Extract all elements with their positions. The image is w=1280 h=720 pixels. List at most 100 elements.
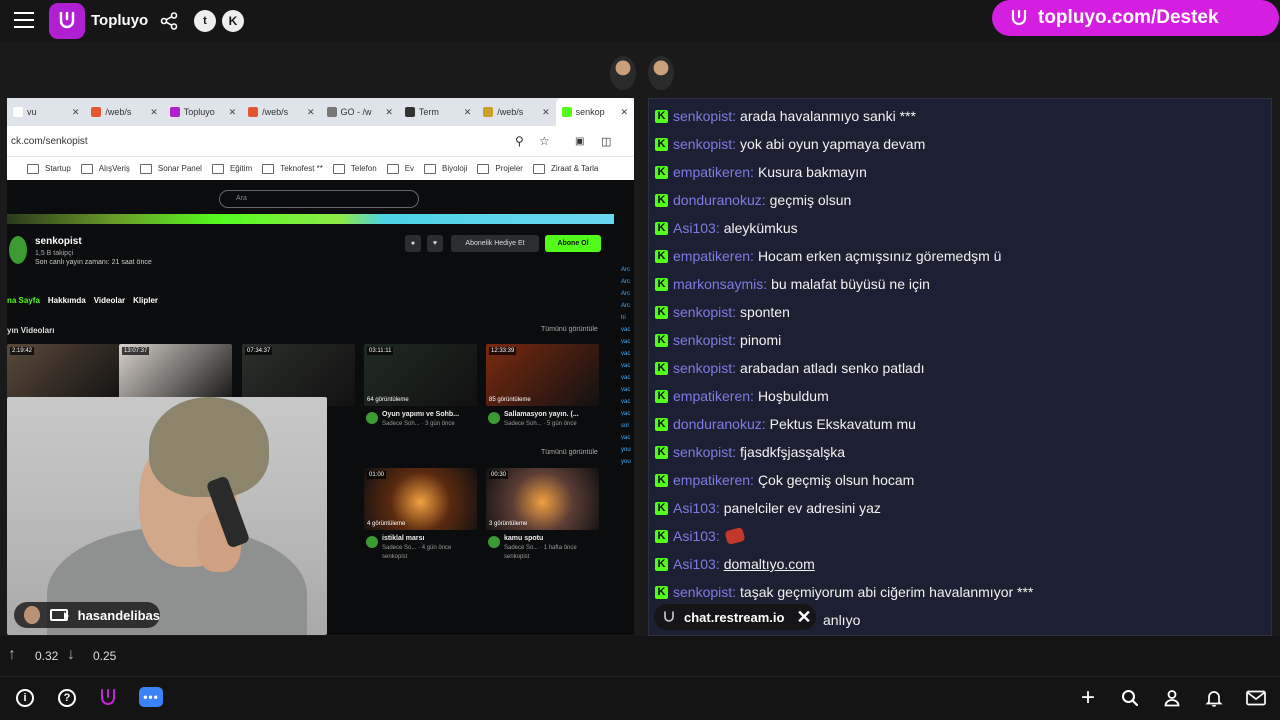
viewer-avatar[interactable] xyxy=(610,56,636,90)
video-duration: 03:11:11 xyxy=(367,347,394,355)
chat-source: chat.restream.io xyxy=(684,609,785,625)
chat-text[interactable]: domaltıyo.com xyxy=(724,556,815,572)
bookmark-item: Teknofest ** xyxy=(262,164,323,174)
chat-colon: : xyxy=(750,388,754,404)
chat-message: Ksenkopist: pinomi xyxy=(655,328,781,352)
info-icon[interactable]: i xyxy=(14,687,36,709)
chat-colon: : xyxy=(761,192,766,208)
search-icon[interactable] xyxy=(1119,687,1141,709)
tab-label: /web/s xyxy=(105,107,132,117)
video-author-avatar xyxy=(366,412,378,424)
chat-colon: : xyxy=(715,528,720,544)
topluyo-logo[interactable] xyxy=(49,3,85,39)
kick-badge-icon: K xyxy=(655,109,668,123)
chat-text: arada havalanmıyo sanki *** xyxy=(740,108,916,124)
chat-colon: : xyxy=(732,136,737,152)
video-meta: Sadece So... · 4 gün önce xyxy=(382,545,452,551)
streamer-avatar xyxy=(24,606,40,624)
browser-tabs: vu ✕/web/s ✕ Topluyo ✕/web/s ✕ GO - /w ✕ Term ✕/w… xyxy=(7,98,634,126)
bookmark-item: Startup xyxy=(27,164,71,174)
chat-username: empatikeren xyxy=(673,164,751,180)
channel-tab: na Sayfa xyxy=(7,296,40,305)
chat-username: Asi103 xyxy=(673,528,716,544)
download-value: 0.25 xyxy=(93,649,117,663)
video-duration: 00:30 xyxy=(489,471,509,479)
video-views: 3 görüntüleme xyxy=(489,521,528,527)
chat-colon: : xyxy=(732,360,737,376)
menu-icon[interactable] xyxy=(14,12,34,28)
tab-favicon xyxy=(483,107,494,117)
browser-tab: Term ✕ xyxy=(399,98,477,126)
brand-name[interactable]: Topluyo xyxy=(91,12,148,29)
chat-colon: : xyxy=(715,220,720,236)
mail-icon[interactable] xyxy=(1245,687,1267,709)
chat-bubble-icon[interactable]: ••• xyxy=(139,687,163,707)
video-duration: 07:34:37 xyxy=(245,347,273,355)
browser-tab: GO - /w ✕ xyxy=(321,98,399,126)
chat-username: Asi103 xyxy=(673,500,716,516)
kick-badge-icon: K xyxy=(655,473,668,487)
kick-badge-icon: K xyxy=(655,249,668,263)
bookmark-item: Ev xyxy=(387,164,414,174)
chat-message: Kempatikeren: Kusura bakmayın xyxy=(655,160,867,184)
chat-text: taşak geçmiyorum abi ciğerim havalanmıyo… xyxy=(740,584,1034,600)
chat-text: pinomi xyxy=(740,332,782,348)
chat-colon: : xyxy=(732,584,737,600)
bookmark-item: Biyoloji xyxy=(424,164,467,174)
viewer-avatar[interactable] xyxy=(648,56,674,90)
chat-username: empatikeren xyxy=(673,388,751,404)
kick-badge-icon: K xyxy=(655,585,668,599)
chat-colon: : xyxy=(750,472,754,488)
video-meta: Sadece Soh... · 3 gün önce xyxy=(382,421,455,427)
chat-message: Kempatikeren: Hocam erken açmışsınız göre… xyxy=(655,244,1001,268)
section-title: yın Videoları xyxy=(7,326,55,335)
chat-message: Ksenkopist: yok abi oyun yapmaya devam xyxy=(655,132,925,156)
camera-icon xyxy=(49,609,69,621)
chat-colon: : xyxy=(761,416,766,432)
kick-badge-icon: K xyxy=(655,361,668,375)
bell-icon[interactable] xyxy=(1203,687,1225,709)
browser-tab: Topluyo ✕ xyxy=(164,98,242,126)
chat-message: K Asi103: xyxy=(655,524,746,548)
video-views: 85 görüntüleme xyxy=(489,397,531,403)
browser-tab: /web/s ✕ xyxy=(242,98,320,126)
chat-message: Ksenkopist: fjasdkfşjasşalşka xyxy=(655,440,845,464)
chat-message: K Asi103: panelciler ev adresini yaz xyxy=(655,496,881,520)
chat-colon: : xyxy=(715,500,720,516)
chat-text: anlıyo xyxy=(823,612,861,628)
kick-badge-icon: K xyxy=(655,333,668,347)
user-icon[interactable] xyxy=(1161,687,1183,709)
kick-icon[interactable]: K xyxy=(222,10,244,32)
chat-message: Kempatikeren: Hoşbuldum xyxy=(655,384,829,408)
bitrate-stats: ↑ 0.32 ↓ 0.25 xyxy=(0,636,1280,676)
video-author-avatar xyxy=(488,412,500,424)
promo-banner[interactable]: topluyo.com/Destek xyxy=(992,0,1279,36)
topluyo-icon[interactable] xyxy=(97,687,119,709)
tab-label: /web/s xyxy=(497,107,524,117)
kick-badge-icon: K xyxy=(655,529,668,543)
channel-tab: Videolar xyxy=(93,296,126,305)
chat-colon: : xyxy=(732,108,737,124)
chat-message: K Asi103: domaltıyo.com xyxy=(655,552,815,576)
kick-badge-icon: K xyxy=(655,221,668,235)
tab-favicon xyxy=(326,107,337,117)
twitter-icon[interactable]: t xyxy=(194,10,216,32)
kick-badge-icon: K xyxy=(655,417,668,431)
video-title: Oyun yapımı ve Sohb... xyxy=(382,411,460,418)
video-thumbnail: 12:33:39 85 görüntüleme xyxy=(486,344,599,406)
chat-message: Ksenkopist: arada havalanmıyo sanki *** xyxy=(655,104,916,128)
chat-message: Ksenkopist: arabadan atladı senko patladı xyxy=(655,356,925,380)
follower-count: 1,5 B takipçi xyxy=(35,250,74,257)
plus-icon[interactable]: + xyxy=(1077,684,1099,711)
kick-badge-icon: K xyxy=(655,501,668,515)
emote-icon xyxy=(724,526,746,546)
video-author: senkopist xyxy=(382,554,408,560)
chat-username: senkopist xyxy=(673,360,733,376)
share-icon[interactable] xyxy=(160,12,178,30)
video-thumbnail: 03:11:11 64 görüntüleme xyxy=(364,344,477,406)
close-icon[interactable]: ✕ xyxy=(796,607,811,628)
tab-close-icon: ✕ xyxy=(306,107,315,117)
tab-close-icon: ✕ xyxy=(463,107,472,117)
kick-badge-icon: K xyxy=(655,277,668,291)
help-icon[interactable]: ? xyxy=(56,687,78,709)
